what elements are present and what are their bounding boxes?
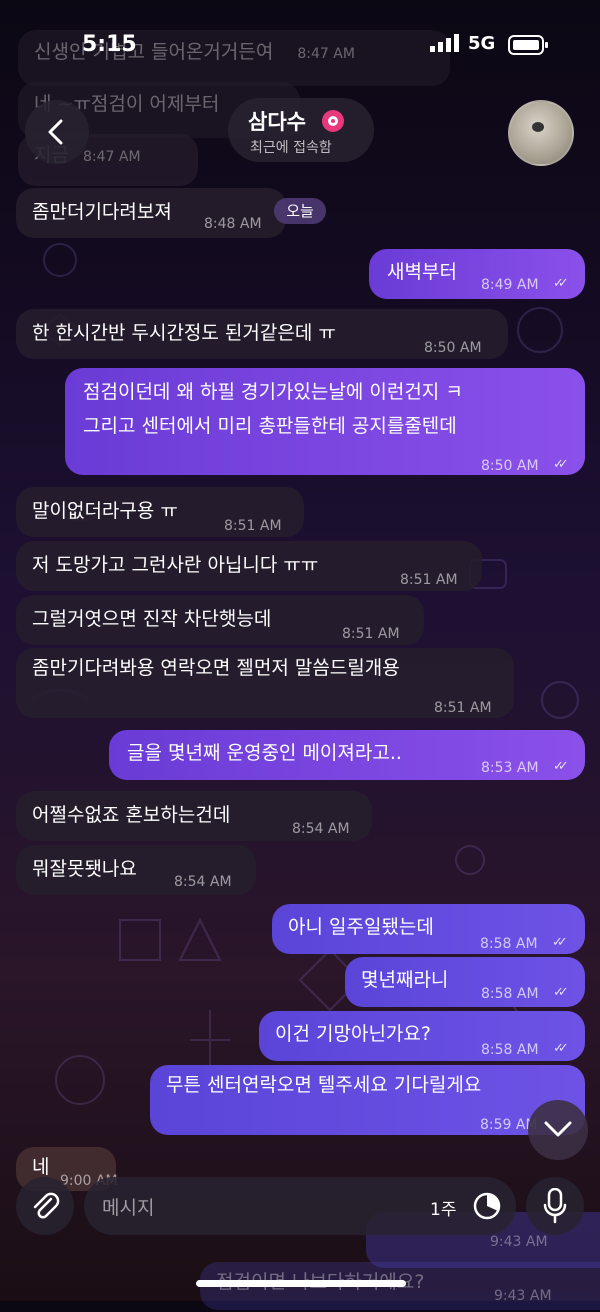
message-text: 한 한시간반 두시간정도 된거같은데 ㅠ	[32, 322, 336, 344]
scroll-down-button[interactable]	[528, 1100, 588, 1160]
message-text-line: 그리고 센터에서 미리 총판들한테 공지를줄텐데	[83, 415, 457, 437]
avatar-figure-icon	[532, 122, 544, 132]
faded-message-time: 9:43 AM	[494, 1288, 552, 1304]
message-text: 좀만더기다려보져	[32, 201, 172, 223]
message-time: 8:58 AM	[481, 1042, 539, 1058]
voice-button[interactable]	[526, 1177, 584, 1235]
message-time: 8:50 AM	[481, 458, 539, 474]
message-input-bar[interactable]: 메시지 1주	[84, 1177, 516, 1235]
message-text: 새벽부터	[387, 261, 457, 283]
message-time: 8:54 AM	[292, 821, 350, 837]
message-time: 8:58 AM	[481, 986, 539, 1002]
network-label: 5G	[468, 33, 496, 54]
message-outgoing[interactable]: 글을 몇년째 운영중인 메이져라고.. 8:53 AM ✓✓	[109, 730, 585, 780]
message-outgoing[interactable]: 새벽부터 8:49 AM ✓✓	[369, 249, 585, 299]
message-text: 그럴거엿으면 진작 차단햇능데	[32, 608, 272, 630]
message-text: 몇년째라니	[361, 969, 449, 991]
message-time: 8:51 AM	[400, 572, 458, 588]
read-checks-icon: ✓✓	[553, 1041, 569, 1056]
attach-button[interactable]	[16, 1177, 74, 1235]
message-outgoing[interactable]: 아니 일주일됐는데 8:58 AM ✓✓	[272, 904, 585, 954]
message-outgoing[interactable]: 점검이던데 왜 하필 경기가있는날에 이런건지 ㅋ 그리고 센터에서 미리 총판…	[65, 368, 585, 475]
contact-name: 삼다수	[248, 110, 306, 134]
message-text: 어쩔수없죠 혼보하는건데	[32, 804, 231, 826]
message-outgoing[interactable]: 몇년째라니 8:58 AM ✓✓	[345, 957, 585, 1007]
message-text: 저 도망가고 그런사란 아닙니다 ㅠㅠ	[32, 554, 319, 576]
emoji-status-icon	[320, 107, 346, 137]
message-text: 글을 몇년째 운영중인 메이져라고..	[127, 742, 402, 764]
day-badge-label: 오늘	[286, 202, 314, 220]
message-text: 뭐잘못됏나요	[32, 858, 137, 880]
message-text-line: 점검이던데 왜 하필 경기가있는날에 이런건지 ㅋ	[83, 381, 463, 403]
read-checks-icon: ✓✓	[553, 276, 569, 291]
contact-header[interactable]: 삼다수 최근에 접속함	[228, 98, 374, 162]
signal-icon	[430, 34, 460, 52]
message-time: 8:53 AM	[481, 760, 539, 776]
status-time: 5:15	[82, 32, 137, 57]
message-time: 8:49 AM	[481, 277, 539, 293]
message-text: 말이없더라구용 ㅠ	[32, 500, 178, 522]
home-indicator	[196, 1280, 406, 1287]
back-button[interactable]	[25, 100, 89, 164]
read-checks-icon: ✓✓	[553, 457, 569, 472]
message-incoming[interactable]: 그럴거엿으면 진작 차단햇능데 8:51 AM	[16, 595, 424, 645]
read-checks-icon: ✓✓	[552, 935, 568, 950]
day-badge: 오늘	[274, 198, 326, 224]
message-text: 이건 기망아닌가요?	[275, 1023, 431, 1045]
message-incoming[interactable]: 뭐잘못됏나요 8:54 AM	[16, 845, 256, 895]
message-outgoing[interactable]: 무튼 센터연락오면 텔주세요 기다릴게요 8:59 AM	[150, 1065, 585, 1135]
message-outgoing[interactable]: 이건 기망아닌가요? 8:58 AM ✓✓	[259, 1011, 585, 1061]
message-text: 무튼 센터연락오면 텔주세요 기다릴게요	[166, 1074, 482, 1096]
message-incoming[interactable]: 어쩔수없죠 혼보하는건데 8:54 AM	[16, 791, 372, 841]
contact-status: 최근에 접속함	[250, 140, 332, 156]
message-incoming[interactable]: 좀만더기다려보져 8:48 AM	[16, 188, 286, 238]
battery-icon	[508, 35, 550, 59]
chevron-left-icon	[45, 118, 67, 150]
message-time: 8:51 AM	[434, 700, 492, 716]
faded-message-time: 8:47 AM	[83, 149, 141, 165]
message-incoming[interactable]: 말이없더라구용 ㅠ 8:51 AM	[16, 487, 304, 537]
message-text: 아니 일주일됐는데	[288, 916, 434, 938]
message-time: 8:58 AM	[480, 936, 538, 952]
message-time: 8:48 AM	[204, 216, 262, 232]
microphone-icon	[543, 1187, 567, 1228]
timer-icon[interactable]	[472, 1191, 502, 1225]
message-incoming[interactable]: 한 한시간반 두시간정도 된거같은데 ㅠ 8:50 AM	[16, 309, 508, 359]
message-time: 8:50 AM	[424, 340, 482, 356]
paperclip-icon	[29, 1190, 61, 1226]
message-time: 8:54 AM	[174, 874, 232, 890]
chevron-down-icon	[542, 1118, 574, 1144]
message-incoming[interactable]: 좀만기다려봐용 연락오면 젤먼저 말씀드릴개용 8:51 AM	[16, 648, 514, 718]
status-bar: 5:15 5G	[0, 0, 600, 90]
message-incoming[interactable]: 저 도망가고 그런사란 아닙니다 ㅠㅠ 8:51 AM	[16, 541, 482, 591]
message-time: 8:51 AM	[224, 518, 282, 534]
read-checks-icon: ✓✓	[553, 759, 569, 774]
message-time: 8:51 AM	[342, 626, 400, 642]
message-input[interactable]: 메시지	[102, 1193, 154, 1220]
read-checks-icon: ✓✓	[553, 985, 569, 1000]
timer-label: 1주	[430, 1200, 457, 1220]
avatar[interactable]	[508, 100, 574, 166]
message-text: 좀만기다려봐용 연락오면 젤먼저 말씀드릴개용	[32, 657, 400, 679]
